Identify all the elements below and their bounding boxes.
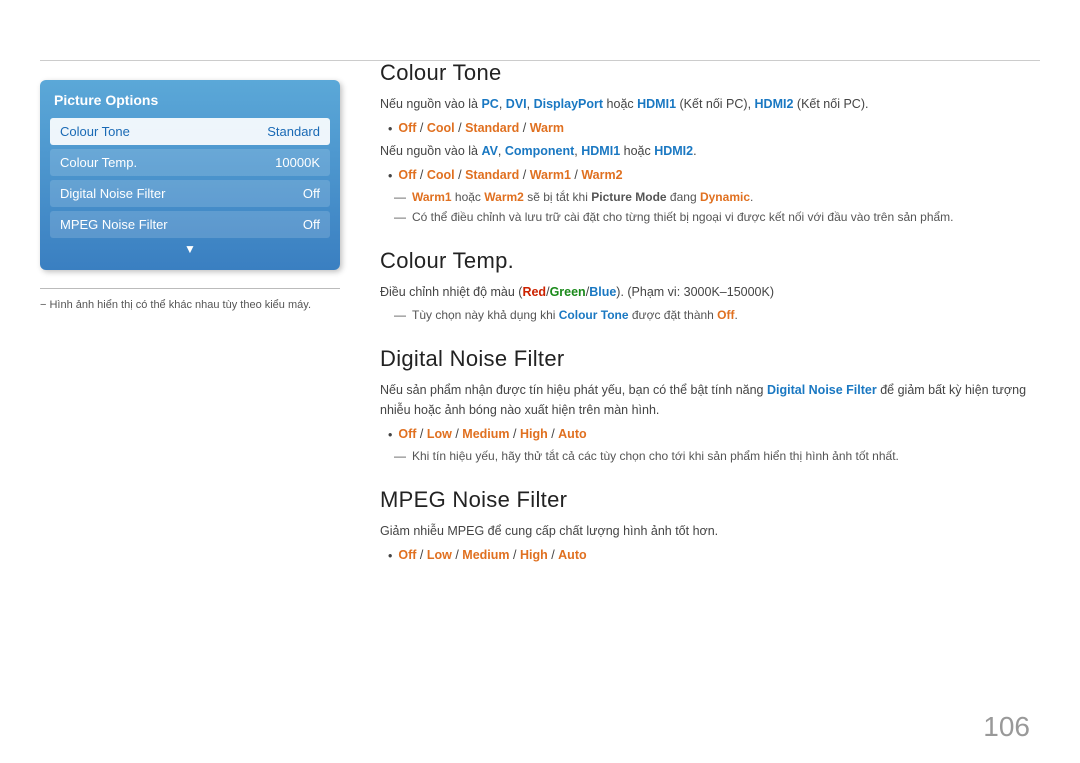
picture-options-panel: Picture Options Colour Tone Standard Col… <box>40 80 340 270</box>
digital-noise-bullet1: • Off / Low / Medium / High / Auto <box>388 424 1040 445</box>
colour-tone-dash-text1: Warm1 hoặc Warm2 sẽ bị tắt khi Picture M… <box>412 188 753 206</box>
colour-tone-title: Colour Tone <box>380 60 1040 86</box>
menu-label-colour-tone: Colour Tone <box>60 124 130 139</box>
menu-label-mpeg-noise: MPEG Noise Filter <box>60 217 168 232</box>
sidebar: Picture Options Colour Tone Standard Col… <box>40 80 340 311</box>
digital-noise-text1: Nếu sản phẩm nhận được tín hiệu phát yếu… <box>380 380 1040 420</box>
sidebar-divider <box>40 288 340 289</box>
section-colour-tone: Colour Tone Nếu nguồn vào là PC, DVI, Di… <box>380 60 1040 226</box>
menu-arrow: ▼ <box>50 242 330 256</box>
main-content: Colour Tone Nếu nguồn vào là PC, DVI, Di… <box>380 60 1040 723</box>
mpeg-noise-text1: Giảm nhiễu MPEG để cung cấp chất lượng h… <box>380 521 1040 541</box>
colour-tone-options1: Off / Cool / Standard / Warm <box>398 118 564 138</box>
digital-noise-title: Digital Noise Filter <box>380 346 1040 372</box>
dash-mark-4: ― <box>394 447 406 465</box>
bullet-dot: • <box>388 119 392 139</box>
section-mpeg-noise: MPEG Noise Filter Giảm nhiễu MPEG để cun… <box>380 487 1040 566</box>
colour-tone-dash2: ― Có thể điều chỉnh và lưu trữ cài đặt c… <box>394 208 1040 226</box>
menu-value-digital-noise: Off <box>303 186 320 201</box>
sidebar-note: − Hình ảnh hiển thị có thể khác nhau tùy… <box>40 299 340 311</box>
colour-temp-text1: Điều chỉnh nhiệt độ màu (Red/Green/Blue)… <box>380 282 1040 302</box>
section-colour-temp: Colour Temp. Điều chỉnh nhiệt độ màu (Re… <box>380 248 1040 324</box>
menu-value-colour-temp: 10000K <box>275 155 320 170</box>
colour-tone-dash-text2: Có thể điều chỉnh và lưu trữ cài đặt cho… <box>412 208 954 226</box>
dash-mark-3: ― <box>394 306 406 324</box>
menu-value-colour-tone: Standard <box>267 124 320 139</box>
colour-tone-bullet1: • Off / Cool / Standard / Warm <box>388 118 1040 139</box>
menu-item-digital-noise[interactable]: Digital Noise Filter Off <box>50 180 330 207</box>
colour-temp-dash-text1: Tùy chọn này khả dụng khi Colour Tone đư… <box>412 306 738 324</box>
mpeg-noise-title: MPEG Noise Filter <box>380 487 1040 513</box>
mpeg-noise-bullet1: • Off / Low / Medium / High / Auto <box>388 545 1040 566</box>
bullet-dot-3: • <box>388 425 392 445</box>
colour-temp-title: Colour Temp. <box>380 248 1040 274</box>
picture-options-title: Picture Options <box>50 92 330 108</box>
colour-tone-bullet2: • Off / Cool / Standard / Warm1 / Warm2 <box>388 165 1040 186</box>
menu-label-digital-noise: Digital Noise Filter <box>60 186 165 201</box>
menu-value-mpeg-noise: Off <box>303 217 320 232</box>
menu-item-mpeg-noise[interactable]: MPEG Noise Filter Off <box>50 211 330 238</box>
digital-noise-options: Off / Low / Medium / High / Auto <box>398 424 586 444</box>
menu-label-colour-temp: Colour Temp. <box>60 155 137 170</box>
colour-tone-text1: Nếu nguồn vào là PC, DVI, DisplayPort ho… <box>380 94 1040 114</box>
digital-noise-dash1: ― Khi tín hiệu yếu, hãy thử tắt cả các t… <box>394 447 1040 465</box>
colour-tone-text2: Nếu nguồn vào là AV, Component, HDMI1 ho… <box>380 141 1040 161</box>
dash-mark: ― <box>394 188 406 206</box>
bullet-dot-2: • <box>388 166 392 186</box>
digital-noise-dash-text1: Khi tín hiệu yếu, hãy thử tắt cả các tùy… <box>412 447 899 465</box>
page-number: 106 <box>983 711 1030 743</box>
dash-mark-2: ― <box>394 208 406 226</box>
section-digital-noise: Digital Noise Filter Nếu sản phẩm nhận đ… <box>380 346 1040 465</box>
colour-tone-options2: Off / Cool / Standard / Warm1 / Warm2 <box>398 165 622 185</box>
menu-item-colour-temp[interactable]: Colour Temp. 10000K <box>50 149 330 176</box>
bullet-dot-4: • <box>388 546 392 566</box>
colour-temp-dash1: ― Tùy chọn này khả dụng khi Colour Tone … <box>394 306 1040 324</box>
colour-tone-dash1: ― Warm1 hoặc Warm2 sẽ bị tắt khi Picture… <box>394 188 1040 206</box>
mpeg-noise-options: Off / Low / Medium / High / Auto <box>398 545 586 565</box>
menu-item-colour-tone[interactable]: Colour Tone Standard <box>50 118 330 145</box>
